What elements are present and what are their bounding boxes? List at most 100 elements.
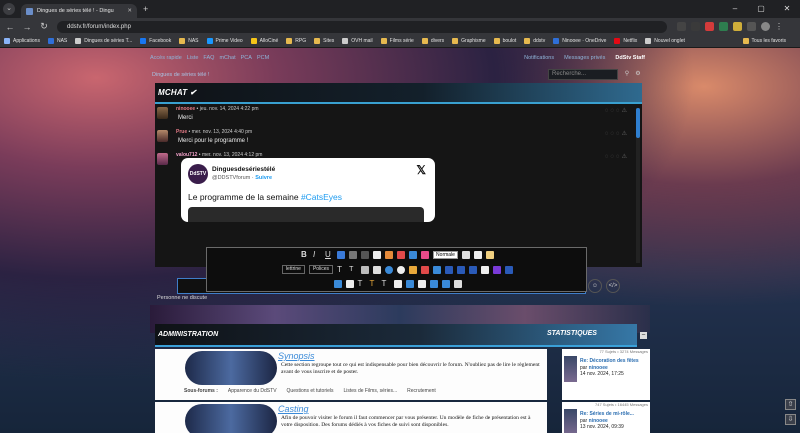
nav-user-menu[interactable]: DdStv Staff: [615, 55, 645, 61]
minimize-button[interactable]: –: [722, 0, 748, 18]
bookmark-item[interactable]: Applications: [4, 38, 40, 44]
bookmark-folder[interactable]: boulot: [493, 38, 516, 44]
font-size-select[interactable]: Normale: [433, 251, 458, 259]
divider-icon[interactable]: [429, 280, 438, 288]
highlight-icon[interactable]: [361, 265, 370, 274]
paste-icon[interactable]: [473, 251, 482, 259]
url-field[interactable]: ddstv.fr/forum/index.php: [57, 20, 667, 33]
media-icon[interactable]: [409, 251, 418, 259]
bookmark-folder[interactable]: ddstv: [524, 38, 545, 44]
nav-quick-access[interactable]: Accès rapide: [150, 55, 182, 61]
new-tab-button[interactable]: +: [143, 4, 148, 14]
bookmark-folder[interactable]: Sites: [314, 38, 334, 44]
bookmark-folder[interactable]: RPG: [286, 38, 306, 44]
font-color-icon[interactable]: [373, 265, 382, 274]
subforum-link[interactable]: Listes de Films, séries...: [344, 388, 398, 394]
extension-icon[interactable]: [733, 22, 742, 31]
tweet-author-name[interactable]: Dinguesdesériestélé: [212, 166, 275, 173]
drop-icon[interactable]: [385, 265, 394, 274]
box-icon[interactable]: [345, 280, 354, 288]
avatar[interactable]: [157, 107, 168, 119]
chat-username[interactable]: Prue: [176, 129, 187, 135]
bookmark-item[interactable]: Prime Video: [206, 38, 243, 44]
panel-icon[interactable]: [405, 280, 414, 288]
nav-list[interactable]: Liste: [187, 55, 199, 61]
note-icon[interactable]: [485, 251, 494, 259]
subforum-link[interactable]: Recrutement: [407, 388, 436, 394]
align-right-icon[interactable]: [469, 265, 478, 274]
spoiler-icon[interactable]: [373, 251, 382, 259]
chat-username[interactable]: ninooee: [176, 106, 195, 112]
zoom-icon[interactable]: [677, 22, 686, 31]
all-bookmarks-folder[interactable]: Tous les favoris: [742, 38, 786, 44]
bookmark-item[interactable]: Facebook: [140, 38, 171, 44]
bookmark-item[interactable]: AlloCiné: [250, 38, 278, 44]
breadcrumb[interactable]: Dingues de séries télé !: [152, 72, 209, 78]
search-input[interactable]: Recherche...: [548, 69, 618, 80]
text-size-icon[interactable]: T: [337, 265, 345, 274]
tweet-image[interactable]: [188, 207, 424, 222]
lettrine-button[interactable]: lettrine: [281, 265, 305, 274]
avatar[interactable]: [157, 130, 168, 142]
folder-icon[interactable]: [409, 265, 418, 274]
card-icon[interactable]: [453, 280, 462, 288]
extension-adblock-icon[interactable]: [705, 22, 714, 31]
subforum-link[interactable]: Apparence du DdSTV: [228, 388, 277, 394]
tweet-follow-link[interactable]: Suivre: [255, 175, 272, 181]
reload-icon[interactable]: ↻: [37, 21, 51, 32]
browser-tab-active[interactable]: Dingues de séries télé ! - Dingu ✕: [21, 4, 137, 18]
bbcode-button[interactable]: </>: [606, 279, 620, 293]
nav-pca[interactable]: PCA: [241, 55, 252, 61]
italic-icon[interactable]: I: [313, 251, 321, 259]
bookmark-item[interactable]: OVH mail: [342, 38, 373, 44]
advanced-search-icon[interactable]: ⚙: [634, 70, 642, 79]
target-icon[interactable]: [441, 280, 450, 288]
bookmark-item[interactable]: Dingues de séries T...: [75, 38, 132, 44]
extensions-puzzle-icon[interactable]: [747, 22, 756, 31]
code-icon[interactable]: [349, 251, 358, 259]
bookmark-star-icon[interactable]: [691, 22, 700, 31]
shape-icon[interactable]: [333, 280, 342, 288]
nav-faq[interactable]: FAQ: [203, 55, 214, 61]
subforum-link[interactable]: Questions et tutoriels: [287, 388, 334, 394]
nav-mchat[interactable]: mChat: [219, 55, 235, 61]
tweet-hashtag[interactable]: #CatsEyes: [301, 192, 342, 202]
bookmark-folder[interactable]: divers: [421, 38, 444, 44]
circle-icon[interactable]: [397, 265, 406, 274]
text-color-icon[interactable]: T: [370, 280, 378, 288]
subscript-icon[interactable]: T: [349, 266, 357, 274]
underline-icon[interactable]: U: [325, 251, 333, 259]
collapse-stats-icon[interactable]: –: [640, 332, 647, 339]
close-tab-icon[interactable]: ✕: [127, 8, 132, 14]
nav-private-messages[interactable]: Messages privés: [564, 55, 605, 61]
list-icon[interactable]: [361, 251, 370, 259]
close-window-button[interactable]: ✕: [774, 0, 800, 18]
bookmark-item[interactable]: Ninooee · OneDrive: [553, 38, 606, 44]
scroll-down-button[interactable]: ⇩: [785, 414, 796, 425]
stats-last-post-title[interactable]: Re: Décoration des fêtes: [580, 358, 650, 364]
indent-icon[interactable]: [505, 265, 514, 274]
grid-icon[interactable]: [493, 265, 502, 274]
extension-icon[interactable]: [719, 22, 728, 31]
avatar[interactable]: [157, 153, 168, 165]
category-title[interactable]: Synopsis: [278, 351, 315, 361]
maximize-button[interactable]: ▢: [748, 0, 774, 18]
nav-notifications[interactable]: Notifications: [524, 55, 554, 61]
category-banner-image[interactable]: [185, 404, 277, 433]
back-icon[interactable]: ←: [3, 22, 17, 32]
tab-search-icon[interactable]: ⌄: [3, 3, 15, 15]
warning-icon[interactable]: [421, 265, 430, 274]
align-center-icon[interactable]: [457, 265, 466, 274]
embedded-tweet[interactable]: DdSTV Dinguesdesériestélé @DDSTVforum · …: [181, 158, 435, 222]
chat-message-actions[interactable]: ◌◌◌⚠: [605, 107, 629, 114]
fonts-dropdown[interactable]: Polices: [308, 265, 334, 274]
chat-message-actions[interactable]: ◌◌◌⚠: [605, 130, 629, 137]
scroll-up-button[interactable]: ⇧: [785, 399, 796, 410]
profile-avatar[interactable]: [761, 22, 770, 31]
stats-thumbnail[interactable]: [564, 409, 577, 433]
menu-icon[interactable]: ⋮: [775, 22, 784, 31]
forward-icon[interactable]: →: [20, 22, 34, 32]
table-icon[interactable]: [433, 265, 442, 274]
text-style-icon[interactable]: T: [382, 280, 390, 288]
chat-message-actions[interactable]: ◌◌◌⚠: [605, 153, 629, 160]
